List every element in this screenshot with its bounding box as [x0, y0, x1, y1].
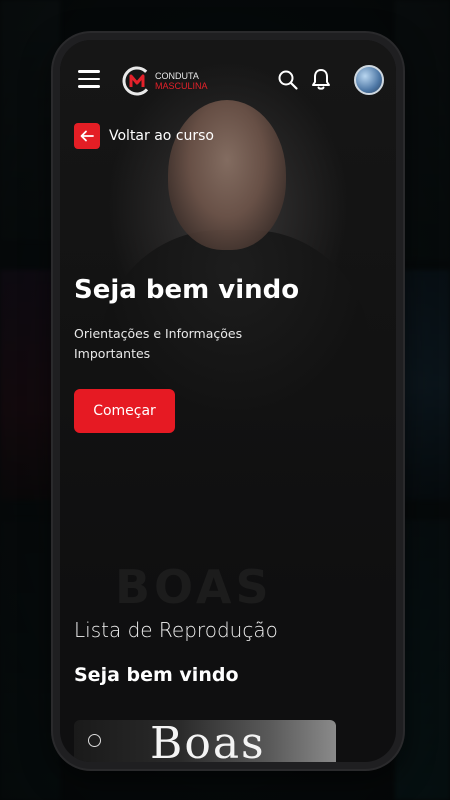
logo-mark-icon	[122, 66, 152, 96]
user-avatar[interactable]	[354, 65, 384, 95]
start-button[interactable]: Começar	[74, 389, 175, 433]
back-to-course-label: Voltar ao curso	[109, 128, 214, 144]
back-to-course-button[interactable]: Voltar ao curso	[74, 123, 214, 149]
app-screen: BOAS CONDUTA MASCULINA Voltar ao curso S…	[60, 40, 396, 762]
hero-watermark: BOAS	[115, 560, 273, 614]
brand-logo[interactable]: CONDUTA MASCULINA	[122, 64, 208, 98]
arrow-left-icon	[74, 123, 100, 149]
search-icon[interactable]	[277, 69, 299, 91]
top-bar: CONDUTA MASCULINA	[60, 40, 396, 120]
playlist-item-thumbnail[interactable]: Boas	[74, 720, 336, 762]
logo-text-line1: CONDUTA	[155, 71, 199, 81]
thumbnail-text: Boas	[150, 720, 266, 762]
radio-unchecked-icon[interactable]	[88, 734, 101, 747]
phone-frame: BOAS CONDUTA MASCULINA Voltar ao curso S…	[53, 33, 403, 769]
logo-text-line2: MASCULINA	[155, 81, 208, 91]
bell-icon[interactable]	[310, 67, 332, 91]
playlist-section-title: Seja bem vindo	[74, 664, 239, 686]
hero-subtitle: Orientações e Informações Importantes	[74, 326, 243, 361]
hero-title: Seja bem vindo	[74, 275, 300, 305]
hamburger-menu-icon[interactable]	[78, 70, 100, 88]
playlist-heading: Lista de Reprodução	[74, 618, 278, 642]
